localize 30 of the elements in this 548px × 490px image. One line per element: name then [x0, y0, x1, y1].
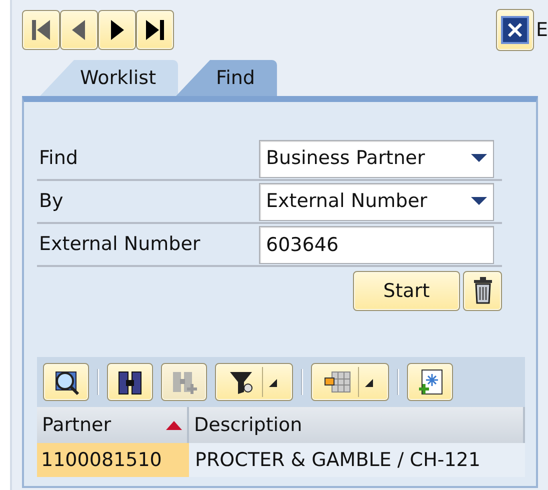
field-label: By: [38, 189, 64, 214]
table-cell[interactable]: 1100081510: [37, 443, 189, 477]
input-field[interactable]: 603646: [259, 226, 494, 264]
trash-icon: [472, 277, 494, 305]
menu-button[interactable]: [311, 363, 389, 401]
new-row-icon: [416, 368, 444, 396]
dropdown-field[interactable]: External Number: [259, 182, 494, 220]
delete-button[interactable]: [463, 271, 502, 311]
table-cell-text: PROCTER & GAMBLE / CH-121: [194, 448, 482, 473]
close-button[interactable]: [496, 9, 534, 51]
close-label: E: [536, 18, 548, 43]
menu-button[interactable]: [215, 363, 293, 401]
caret-icon: [471, 197, 487, 206]
field-label: Find: [38, 146, 79, 172]
dropdown-arrow-icon: [362, 377, 372, 387]
field-label: External Number: [38, 232, 202, 258]
caret-icon: [471, 154, 487, 163]
toolbar-button[interactable]: [43, 363, 89, 401]
close-icon: [500, 16, 529, 44]
dropdown-arrow-icon: [266, 377, 276, 387]
tab[interactable]: Find: [176, 60, 277, 96]
nav-button[interactable]: [98, 10, 136, 50]
dropdown-field[interactable]: Business Partner: [259, 140, 494, 178]
toolbar-button[interactable]: [407, 363, 453, 401]
nav-button[interactable]: [136, 10, 174, 50]
first-icon: [30, 17, 52, 43]
start-button[interactable]: Start: [353, 271, 460, 311]
toolbar-button[interactable]: [107, 363, 153, 401]
last-icon: [144, 17, 166, 43]
tab[interactable]: Worklist: [40, 60, 178, 96]
